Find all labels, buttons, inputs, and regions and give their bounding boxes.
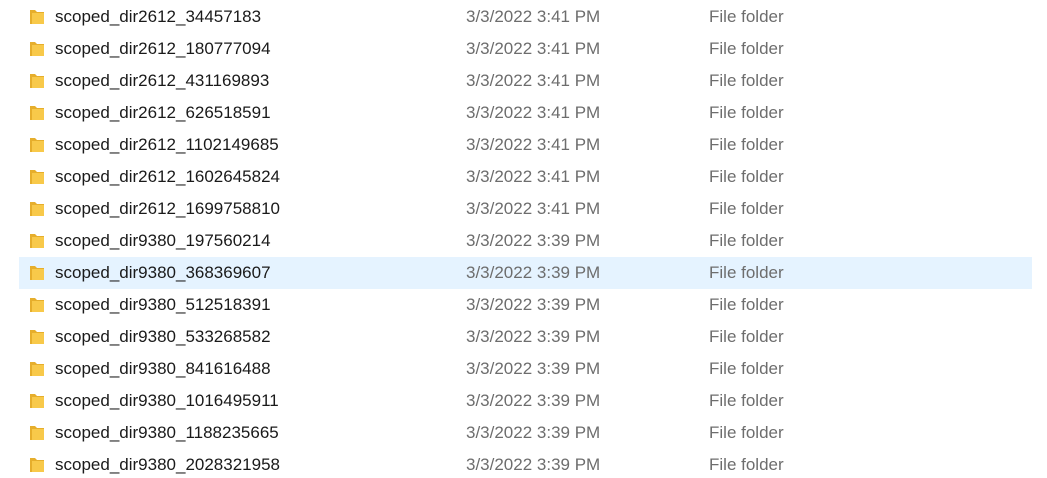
file-date-modified: 3/3/2022 3:41 PM [466,199,601,218]
folder-icon [30,458,44,472]
folder-icon [30,426,44,440]
file-type: File folder [709,359,784,378]
file-name: scoped_dir9380_512518391 [55,295,271,314]
folder-icon [30,74,44,88]
file-date-modified: 3/3/2022 3:41 PM [466,39,601,58]
file-row[interactable]: scoped_dir9380_1188235665 3/3/2022 3:39 … [0,417,1047,449]
file-name: scoped_dir2612_34457183 [55,7,262,26]
file-date-modified: 3/3/2022 3:41 PM [466,7,601,26]
file-name: scoped_dir9380_533268582 [55,327,271,346]
file-row[interactable]: scoped_dir9380_533268582 3/3/2022 3:39 P… [0,321,1047,353]
file-row[interactable]: scoped_dir2612_1699758810 3/3/2022 3:41 … [0,193,1047,225]
file-row[interactable]: scoped_dir2612_431169893 3/3/2022 3:41 P… [0,65,1047,97]
folder-icon [30,106,44,120]
file-type: File folder [709,167,784,186]
file-row[interactable]: scoped_dir2612_34457183 3/3/2022 3:41 PM… [0,1,1047,33]
file-row[interactable]: scoped_dir9380_368369607 3/3/2022 3:39 P… [0,257,1047,289]
folder-icon [30,10,44,24]
file-type: File folder [709,295,784,314]
file-name: scoped_dir2612_1699758810 [55,199,280,218]
file-name: scoped_dir9380_1016495911 [55,391,279,410]
file-row[interactable]: scoped_dir2612_1102149685 3/3/2022 3:41 … [0,129,1047,161]
file-name: scoped_dir2612_1102149685 [55,135,279,154]
folder-icon [30,234,44,248]
file-row[interactable]: scoped_dir9380_841616488 3/3/2022 3:39 P… [0,353,1047,385]
file-type: File folder [709,71,784,90]
file-name: scoped_dir9380_841616488 [55,359,271,378]
folder-icon [30,42,44,56]
file-row[interactable]: scoped_dir2612_1602645824 3/3/2022 3:41 … [0,161,1047,193]
file-name: scoped_dir9380_1188235665 [55,423,279,442]
file-row[interactable]: scoped_dir2612_626518591 3/3/2022 3:41 P… [0,97,1047,129]
file-date-modified: 3/3/2022 3:41 PM [466,71,601,90]
file-type: File folder [709,455,784,474]
folder-icon [30,394,44,408]
folder-icon [30,170,44,184]
file-date-modified: 3/3/2022 3:41 PM [466,103,601,122]
file-type: File folder [709,231,784,250]
file-row[interactable]: scoped_dir9380_512518391 3/3/2022 3:39 P… [0,289,1047,321]
file-type: File folder [709,135,784,154]
file-date-modified: 3/3/2022 3:39 PM [466,455,601,474]
file-type: File folder [709,39,784,58]
file-name: scoped_dir2612_626518591 [55,103,271,122]
file-date-modified: 3/3/2022 3:39 PM [466,295,601,314]
file-name: scoped_dir9380_197560214 [55,231,271,250]
file-type: File folder [709,7,784,26]
folder-icon [30,202,44,216]
folder-icon [30,266,44,280]
file-date-modified: 3/3/2022 3:39 PM [466,327,601,346]
file-name: scoped_dir9380_368369607 [55,263,271,282]
folder-icon [30,362,44,376]
file-date-modified: 3/3/2022 3:39 PM [466,423,601,442]
file-date-modified: 3/3/2022 3:39 PM [466,359,601,378]
folder-icon [30,138,44,152]
file-name: scoped_dir9380_2028321958 [55,455,280,474]
file-list: scoped_dir2612_34457183 3/3/2022 3:41 PM… [0,1,1047,478]
file-type: File folder [709,199,784,218]
file-type: File folder [709,103,784,122]
file-row[interactable]: scoped_dir2612_180777094 3/3/2022 3:41 P… [0,33,1047,65]
file-row[interactable]: scoped_dir9380_1016495911 3/3/2022 3:39 … [0,385,1047,417]
file-row[interactable]: scoped_dir9380_2028321958 3/3/2022 3:39 … [0,449,1047,478]
file-name: scoped_dir2612_431169893 [55,71,270,90]
file-date-modified: 3/3/2022 3:39 PM [466,391,601,410]
file-date-modified: 3/3/2022 3:39 PM [466,231,601,250]
file-name: scoped_dir2612_1602645824 [55,167,280,186]
file-row[interactable]: scoped_dir9380_197560214 3/3/2022 3:39 P… [0,225,1047,257]
file-type: File folder [709,423,784,442]
file-date-modified: 3/3/2022 3:41 PM [466,167,601,186]
file-name: scoped_dir2612_180777094 [55,39,271,58]
folder-icon [30,330,44,344]
file-type: File folder [709,391,784,410]
file-date-modified: 3/3/2022 3:39 PM [466,263,601,282]
file-date-modified: 3/3/2022 3:41 PM [466,135,601,154]
folder-icon [30,298,44,312]
file-type: File folder [709,263,784,282]
file-type: File folder [709,327,784,346]
